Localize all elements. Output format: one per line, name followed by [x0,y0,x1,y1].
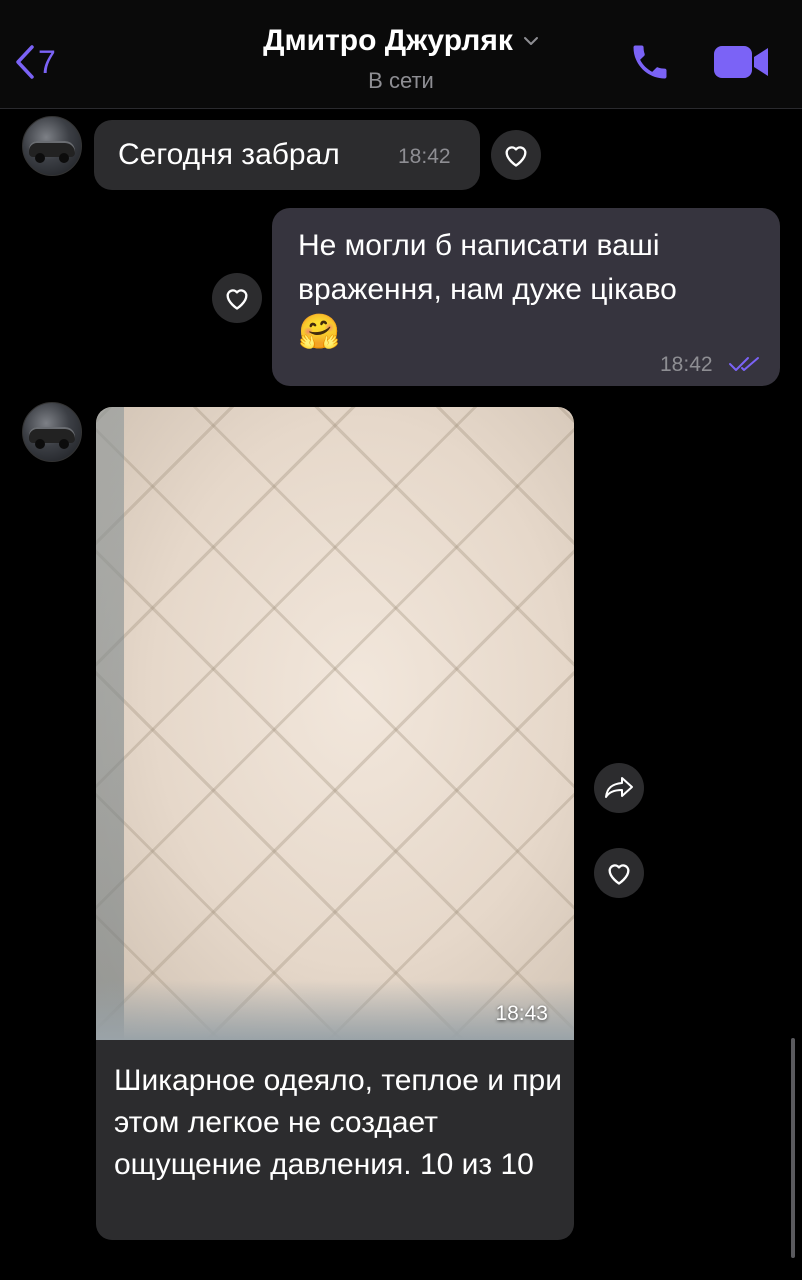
heart-icon [505,146,527,167]
photo-caption-bubble[interactable]: Шикарное одеяло, теплое и при этом легко… [96,1040,574,1240]
forward-button[interactable] [594,763,644,813]
chat-header: 7 Дмитро Джурляк В сети [0,0,802,109]
contact-name: Дмитро Джурляк [263,24,513,57]
hugging-emoji: 🤗 [298,313,341,351]
phone-icon [633,45,667,79]
message-time: 18:43 [495,1002,548,1025]
message-text: Не могли б написати ваші враження, нам д… [298,229,677,306]
message-bubble-incoming[interactable]: Сегодня забрал 18:42 [94,120,480,190]
forward-arrow-icon [605,777,633,798]
like-button[interactable] [594,848,644,898]
avatar[interactable] [22,402,82,462]
message-time: 18:42 [398,145,451,168]
contact-status: В сети [368,68,434,93]
message-text: Шикарное одеяло, теплое и при этом легко… [114,1064,562,1181]
chevron-down-icon [523,37,538,45]
heart-icon [608,864,630,885]
video-call-button[interactable] [712,40,770,84]
message-text: Сегодня забрал [118,138,340,171]
avatar[interactable] [22,116,82,176]
message-bubble-outgoing[interactable]: Не могли б написати ваші враження, нам д… [272,208,780,386]
like-button[interactable] [212,273,262,323]
video-camera-icon [714,46,768,78]
like-button[interactable] [491,130,541,180]
message-photo[interactable]: 18:43 [96,407,574,1040]
double-check-icon [729,357,759,371]
call-button[interactable] [628,40,672,84]
scrollbar[interactable] [791,1038,795,1258]
contact-info[interactable]: Дмитро Джурляк В сети [0,24,802,94]
message-time: 18:42 [660,353,713,376]
heart-icon [226,289,248,310]
